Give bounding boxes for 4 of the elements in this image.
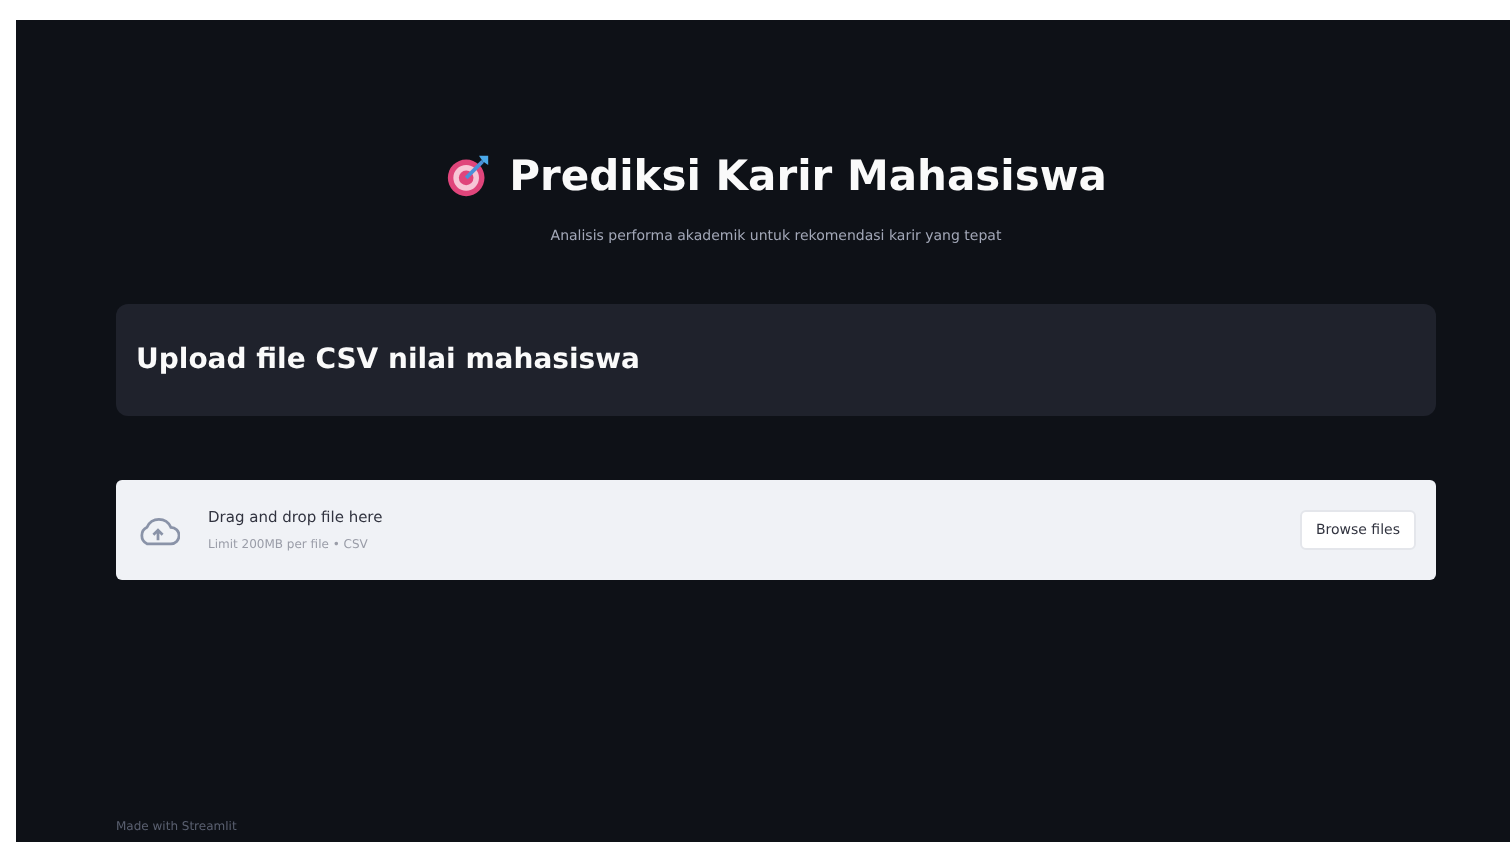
target-icon	[445, 154, 490, 198]
page-title: Prediksi Karir Mahasiswa	[509, 152, 1107, 200]
cloud-upload-icon	[136, 515, 180, 545]
section-title: Upload file CSV nilai mahasiswa	[136, 344, 640, 376]
